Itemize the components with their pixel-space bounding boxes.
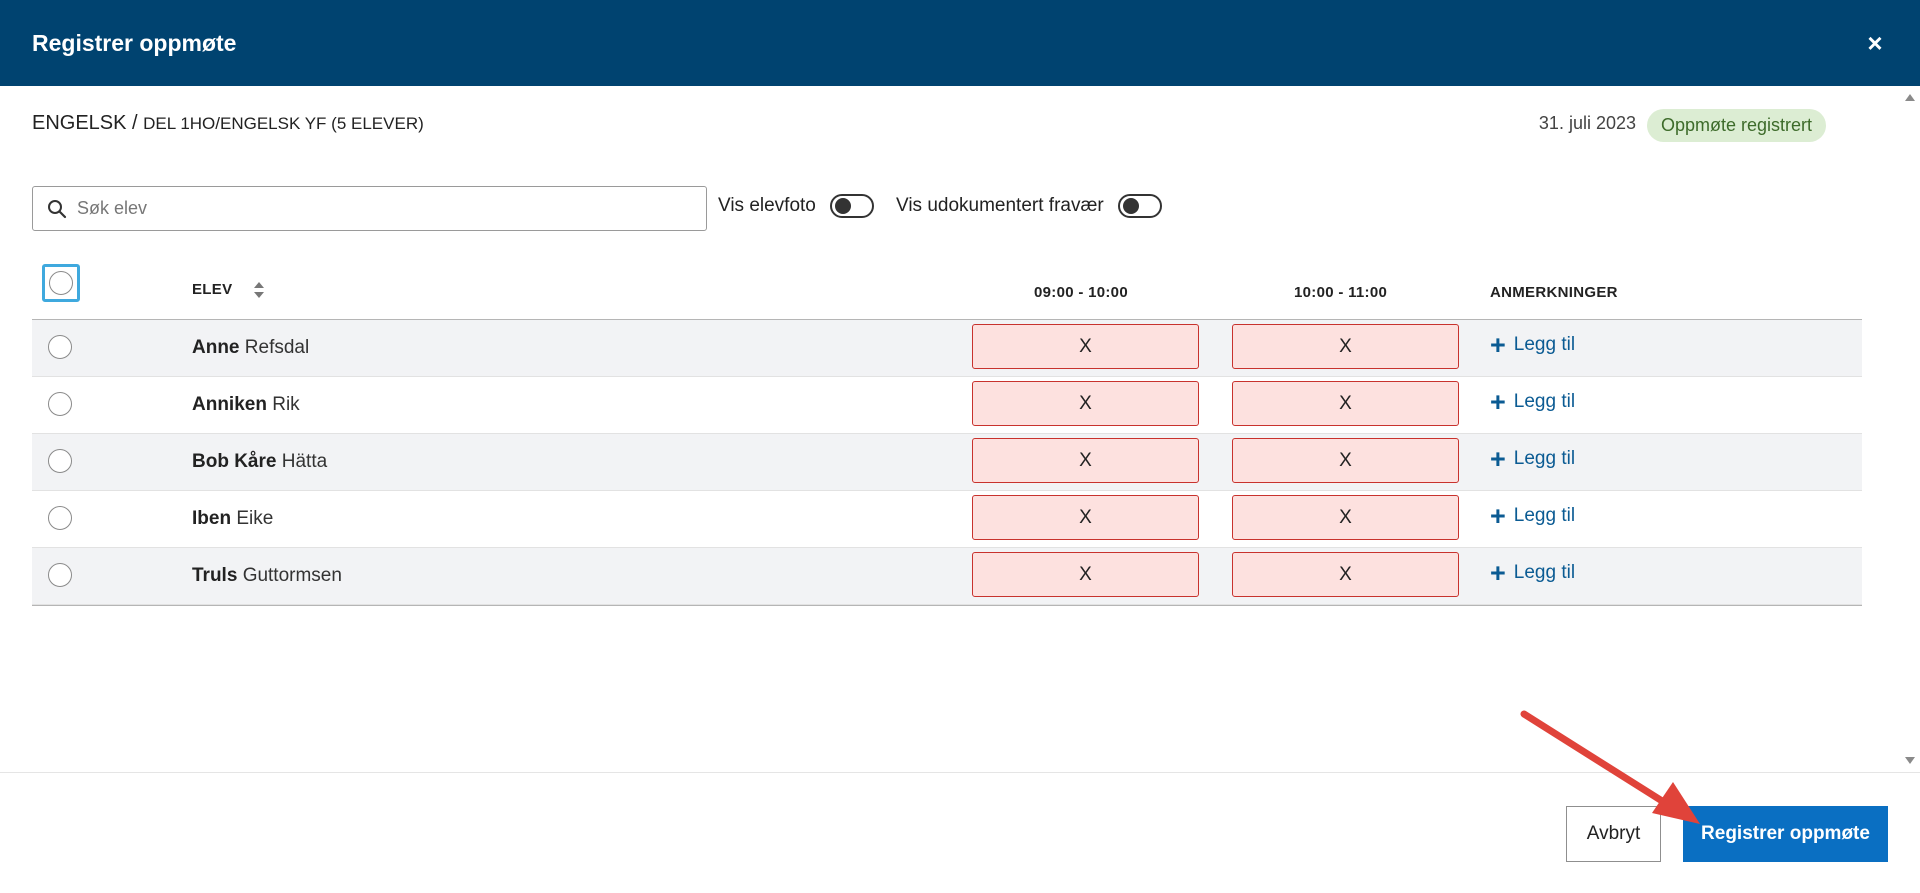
table-row: Anniken Rik X X + Legg til: [32, 377, 1862, 434]
add-note-label: Legg til: [1513, 562, 1576, 583]
attendance-table: ELEV 09:00 - 10:00 10:00 - 11:00 ANMERKN…: [32, 258, 1862, 606]
table-row: Anne Refsdal X X + Legg til: [32, 320, 1862, 377]
scrollbar[interactable]: [1900, 86, 1920, 772]
search-field[interactable]: [32, 186, 707, 231]
student-name: Anne Refsdal: [192, 337, 309, 359]
plus-icon: +: [1490, 501, 1506, 531]
course-subject: ENGELSK: [32, 112, 127, 134]
table-body: Anne Refsdal X X + Legg til Anniken Rik X…: [32, 320, 1862, 606]
row-checkbox[interactable]: [48, 392, 72, 416]
column-student-label: ELEV: [192, 281, 233, 298]
plus-icon: +: [1490, 387, 1506, 417]
student-first-name: Anne: [192, 337, 240, 358]
student-last-name: Eike: [236, 508, 274, 529]
course-group: DEL 1HO/ENGELSK YF (5 ELEVER): [143, 114, 424, 133]
student-first-name: Iben: [192, 508, 232, 529]
photo-toggle-group: Vis elevfoto: [718, 194, 874, 218]
attendance-cell-slot-1[interactable]: X: [972, 495, 1199, 540]
student-first-name: Truls: [192, 565, 238, 586]
plus-icon: +: [1490, 444, 1506, 474]
add-note-label: Legg til: [1513, 505, 1576, 526]
attendance-cell-slot-2[interactable]: X: [1232, 438, 1459, 483]
student-name: Iben Eike: [192, 508, 273, 530]
add-note-button[interactable]: + Legg til: [1490, 444, 1576, 474]
student-last-name: Hätta: [281, 451, 328, 472]
scroll-up-icon[interactable]: [1905, 94, 1915, 101]
column-student[interactable]: ELEV: [192, 281, 265, 299]
photo-toggle-label: Vis elevfoto: [718, 195, 816, 216]
plus-icon: +: [1490, 330, 1506, 360]
attendance-cell-slot-1[interactable]: X: [972, 438, 1199, 483]
attendance-cell-slot-2[interactable]: X: [1232, 552, 1459, 597]
student-last-name: Rik: [272, 394, 300, 415]
close-button[interactable]: ×: [1860, 28, 1890, 58]
annotation-arrow-icon: [1520, 710, 1700, 824]
column-slot-1: 09:00 - 10:00: [1034, 284, 1128, 301]
absence-toggle-group: Vis udokumentert fravær: [896, 194, 1162, 218]
add-note-button[interactable]: + Legg til: [1490, 387, 1576, 417]
lesson-date: 31. juli 2023: [1538, 113, 1636, 133]
close-icon: ×: [1867, 27, 1883, 58]
student-first-name: Bob Kåre: [192, 451, 277, 472]
add-note-label: Legg til: [1513, 391, 1576, 412]
add-note-label: Legg til: [1513, 334, 1576, 355]
attendance-cell-slot-1[interactable]: X: [972, 324, 1199, 369]
search-input[interactable]: [77, 198, 677, 219]
photo-toggle[interactable]: [829, 194, 874, 218]
toggle-knob: [834, 198, 851, 214]
sort-icon[interactable]: [253, 281, 265, 299]
status-badge: Oppmøte registrert: [1647, 109, 1827, 142]
dialog-header: Registrer oppmøte ×: [0, 0, 1920, 86]
row-checkbox[interactable]: [48, 449, 72, 473]
student-name: Bob Kåre Hätta: [192, 451, 327, 473]
column-slot-2: 10:00 - 11:00: [1294, 284, 1388, 301]
select-all-checkbox[interactable]: [49, 271, 73, 295]
row-checkbox[interactable]: [48, 506, 72, 530]
table-header: ELEV 09:00 - 10:00 10:00 - 11:00 ANMERKN…: [32, 258, 1862, 320]
add-note-button[interactable]: + Legg til: [1490, 501, 1576, 531]
course-heading: ENGELSK / DEL 1HO/ENGELSK YF (5 ELEVER): [32, 112, 424, 135]
row-checkbox[interactable]: [48, 335, 72, 359]
scroll-down-icon[interactable]: [1905, 757, 1915, 764]
toggle-knob: [1122, 198, 1139, 214]
student-name: Truls Guttormsen: [192, 565, 342, 587]
table-row: Bob Kåre Hätta X X + Legg til: [32, 434, 1862, 491]
student-last-name: Guttormsen: [242, 565, 342, 586]
attendance-cell-slot-1[interactable]: X: [972, 552, 1199, 597]
select-all-focus[interactable]: [42, 264, 80, 302]
plus-icon: +: [1490, 558, 1506, 588]
absence-toggle-label: Vis udokumentert fravær: [896, 195, 1104, 216]
search-icon: [48, 199, 67, 218]
add-note-button[interactable]: + Legg til: [1490, 330, 1576, 360]
attendance-cell-slot-1[interactable]: X: [972, 381, 1199, 426]
student-first-name: Anniken: [192, 394, 267, 415]
register-attendance-button[interactable]: Registrer oppmøte: [1683, 806, 1888, 862]
absence-toggle[interactable]: [1117, 194, 1162, 218]
student-name: Anniken Rik: [192, 394, 300, 416]
attendance-cell-slot-2[interactable]: X: [1232, 495, 1459, 540]
row-checkbox[interactable]: [48, 563, 72, 587]
add-note-label: Legg til: [1513, 448, 1576, 469]
column-notes: ANMERKNINGER: [1490, 284, 1618, 301]
course-separator: /: [126, 112, 144, 134]
add-note-button[interactable]: + Legg til: [1490, 558, 1576, 588]
student-last-name: Refsdal: [244, 337, 310, 358]
dialog-title: Registrer oppmøte: [32, 29, 237, 56]
attendance-cell-slot-2[interactable]: X: [1232, 324, 1459, 369]
table-row: Truls Guttormsen X X + Legg til: [32, 548, 1862, 605]
attendance-cell-slot-2[interactable]: X: [1232, 381, 1459, 426]
table-row: Iben Eike X X + Legg til: [32, 491, 1862, 548]
